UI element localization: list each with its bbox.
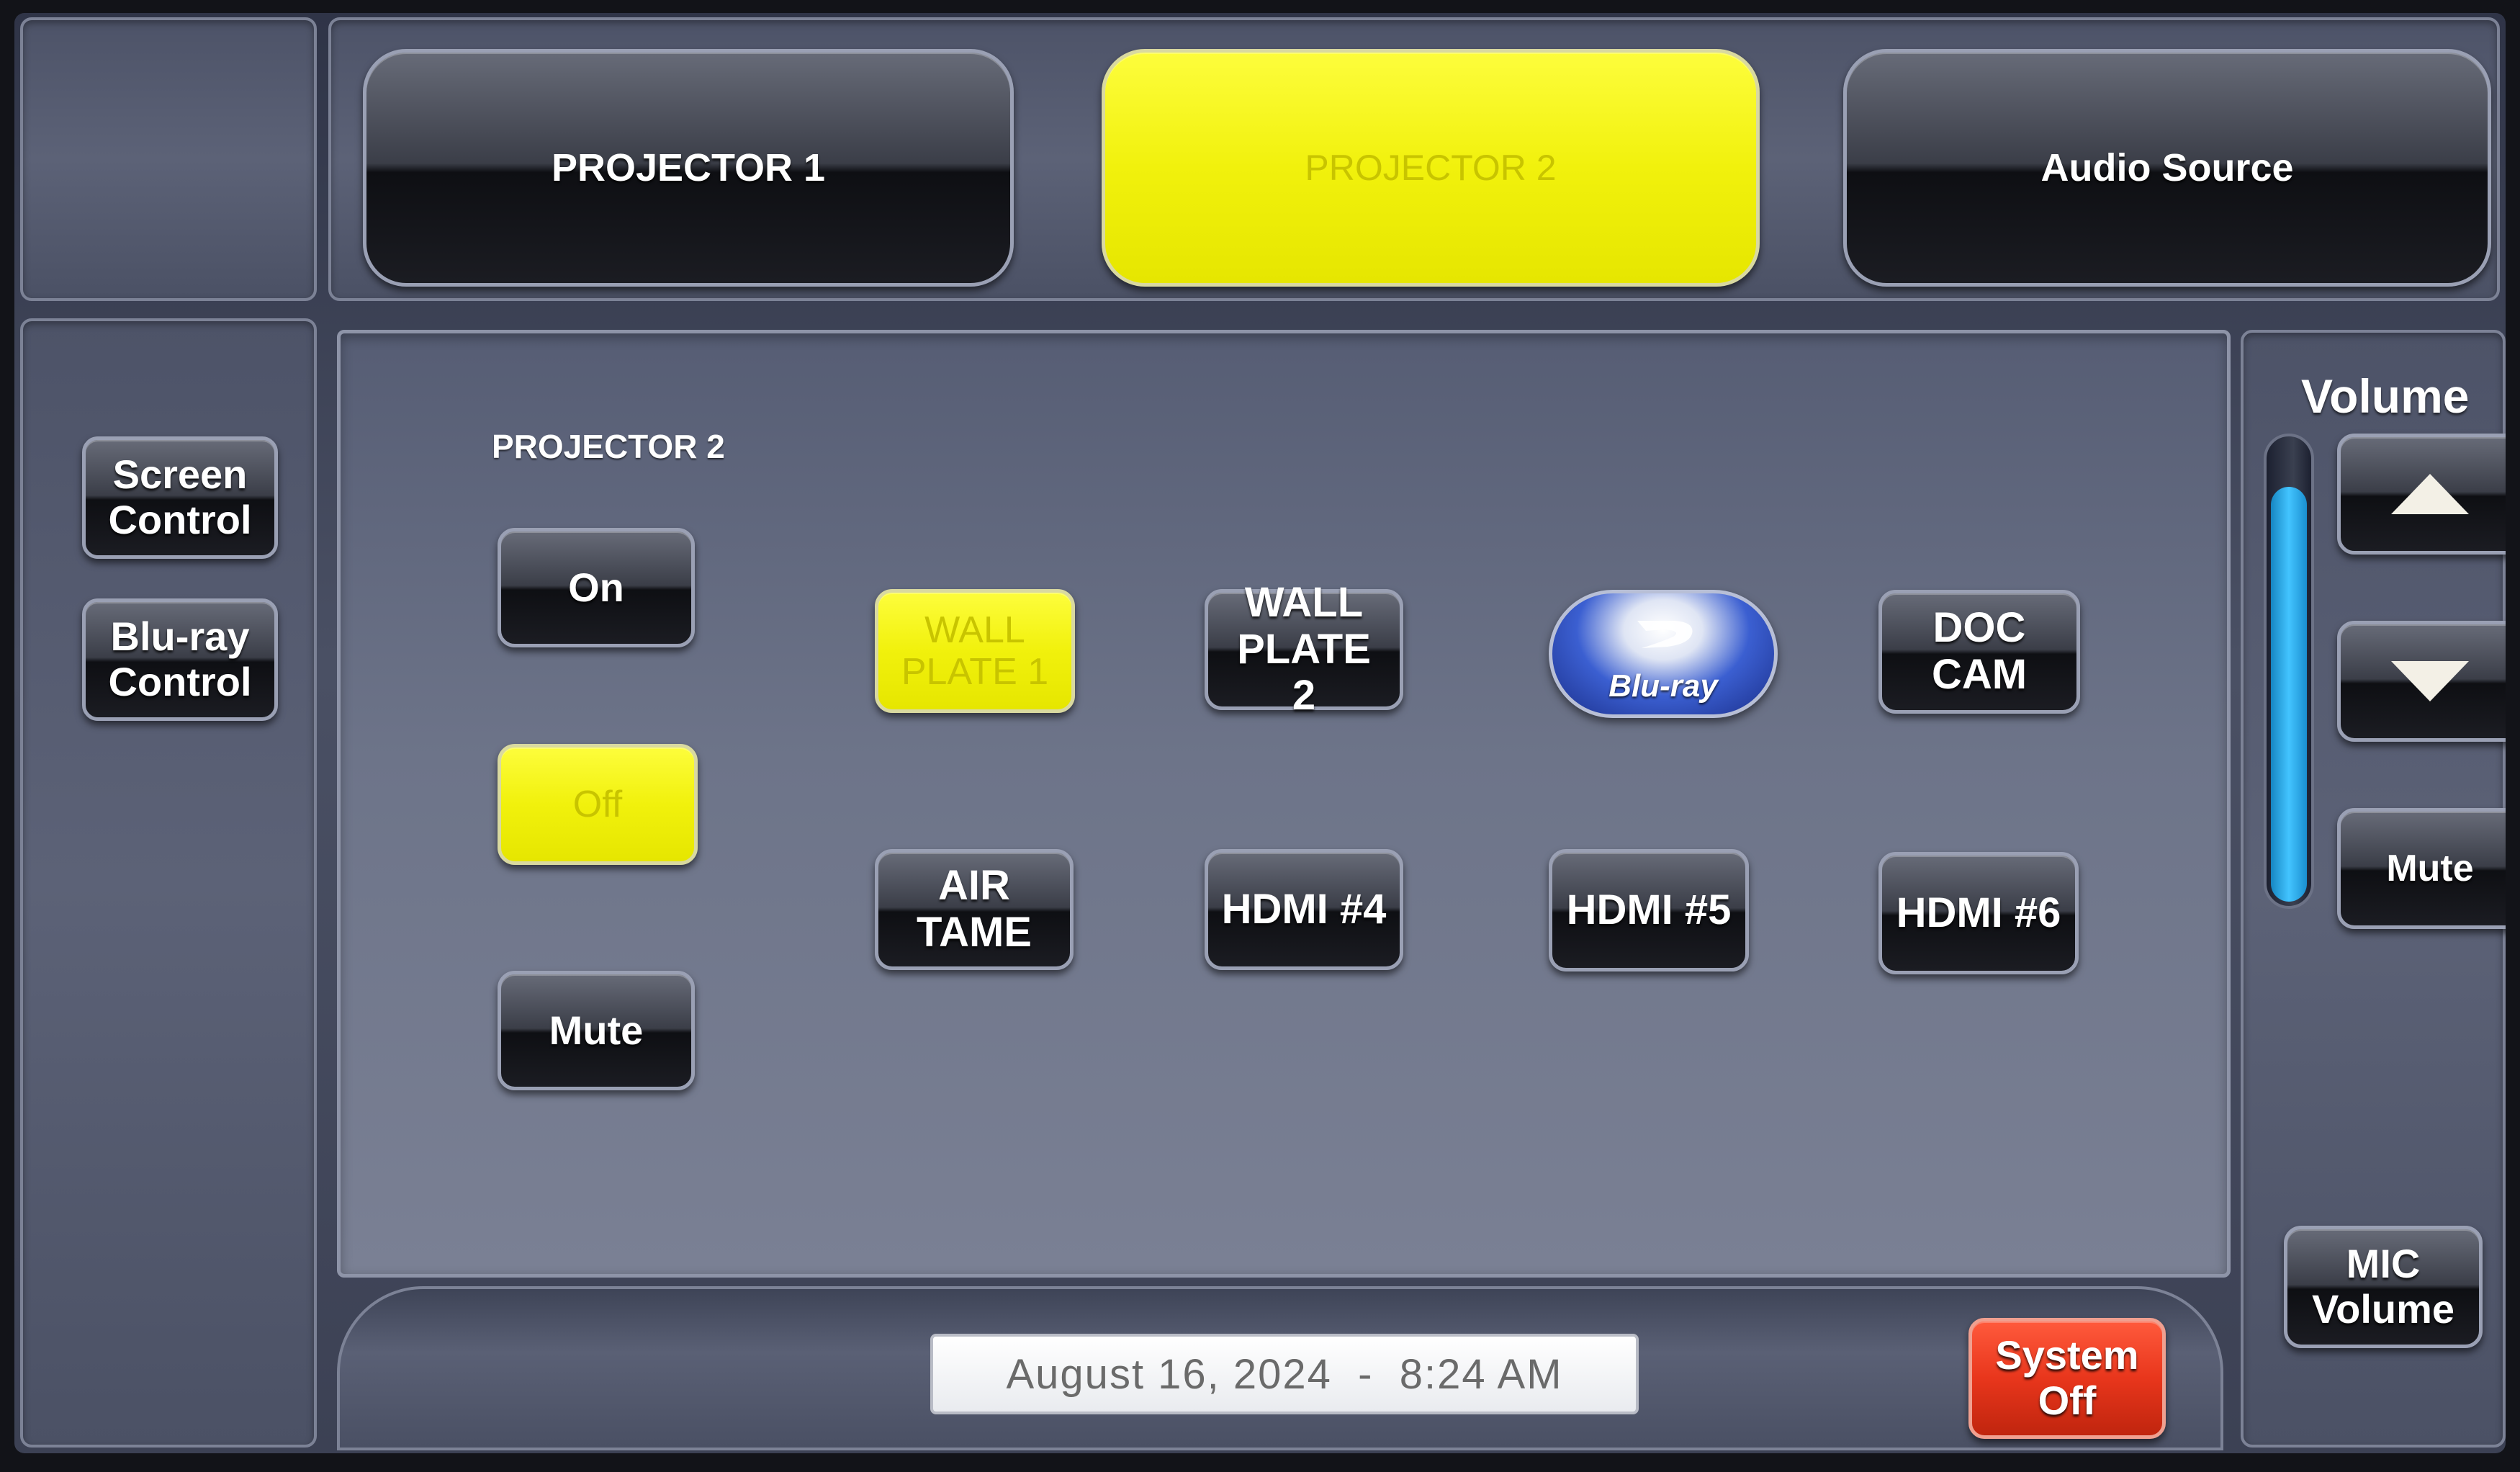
datetime-display: August 16, 2024 - 8:24 AM (930, 1334, 1639, 1414)
hdmi-4-label: HDMI #4 (1221, 885, 1387, 933)
touch-panel-screen: PROJECTOR 1 PROJECTOR 2 Audio Source Scr… (14, 13, 2506, 1453)
volume-slider[interactable] (2264, 434, 2314, 909)
tab-audio-source-label: Audio Source (2040, 145, 2294, 189)
volume-title: Volume (2301, 369, 2470, 423)
tab-projector-1[interactable]: PROJECTOR 1 (363, 49, 1014, 287)
on-label: On (568, 564, 624, 610)
off-label: Off (572, 783, 623, 825)
source-hdmi-6[interactable]: HDMI #6 (1878, 852, 2079, 974)
datetime-text: August 16, 2024 - 8:24 AM (1006, 1350, 1563, 1398)
projector-on-button[interactable]: On (498, 528, 695, 647)
air-tame-label: AIR TAME (916, 862, 1032, 956)
mute-label: Mute (549, 1007, 644, 1053)
bluray-disc-icon (1637, 621, 1693, 648)
wall-plate-2-label: WALL PLATE 2 (1237, 578, 1371, 719)
hdmi-5-label: HDMI #5 (1566, 886, 1732, 933)
mic-volume-label: MIC Volume (2311, 1241, 2455, 1332)
source-air-tame[interactable]: AIR TAME (875, 849, 1074, 970)
screen-control-label: Screen Control (108, 452, 252, 542)
tab-audio-source[interactable]: Audio Source (1843, 49, 2491, 287)
down-arrow-icon (2391, 661, 2469, 701)
hdmi-6-label: HDMI #6 (1896, 889, 2061, 936)
main-control-panel: PROJECTOR 2 On Off Mute WALL PLATE 1 WAL… (337, 330, 2231, 1278)
projector-off-button[interactable]: Off (498, 744, 698, 865)
bluray-control-button[interactable]: Blu-ray Control (82, 598, 278, 721)
screen-control-button[interactable]: Screen Control (82, 436, 278, 559)
source-wall-plate-1[interactable]: WALL PLATE 1 (875, 589, 1075, 713)
volume-mute-button[interactable]: Mute (2337, 808, 2506, 929)
volume-down-button[interactable] (2337, 621, 2506, 742)
source-hdmi-5[interactable]: HDMI #5 (1549, 849, 1749, 971)
tab-projector-1-label: PROJECTOR 1 (551, 145, 826, 189)
volume-mute-label: Mute (2386, 847, 2474, 889)
tab-projector-2[interactable]: PROJECTOR 2 (1102, 49, 1760, 287)
doc-cam-label: DOC CAM (1931, 604, 2028, 698)
source-bluray[interactable]: Blu-ray (1549, 590, 1778, 718)
volume-up-button[interactable] (2337, 434, 2506, 555)
tab-projector-2-label: PROJECTOR 2 (1305, 148, 1557, 188)
right-sidebar: Volume Mute MIC Volume (2241, 330, 2506, 1448)
bluray-control-label: Blu-ray Control (108, 614, 252, 704)
corner-panel (20, 17, 317, 301)
projector-mute-button[interactable]: Mute (498, 971, 695, 1090)
left-sidebar: Screen Control Blu-ray Control (20, 318, 317, 1448)
source-doc-cam[interactable]: DOC CAM (1878, 590, 2080, 714)
source-wall-plate-2[interactable]: WALL PLATE 2 (1205, 579, 1403, 719)
system-off-button[interactable]: System Off (1968, 1318, 2166, 1439)
volume-level-fill (2271, 487, 2307, 902)
source-hdmi-4[interactable]: HDMI #4 (1205, 849, 1403, 970)
system-off-label: System Off (1995, 1332, 2139, 1423)
top-tab-bar: PROJECTOR 1 PROJECTOR 2 Audio Source (328, 17, 2500, 301)
projector-section-label: PROJECTOR 2 (492, 428, 725, 465)
footer-bar: August 16, 2024 - 8:24 AM System Off (337, 1286, 2223, 1450)
mic-volume-button[interactable]: MIC Volume (2284, 1226, 2483, 1348)
up-arrow-icon (2391, 474, 2469, 514)
wall-plate-1-label: WALL PLATE 1 (901, 609, 1049, 693)
bluray-label: Blu-ray (1608, 668, 1718, 704)
